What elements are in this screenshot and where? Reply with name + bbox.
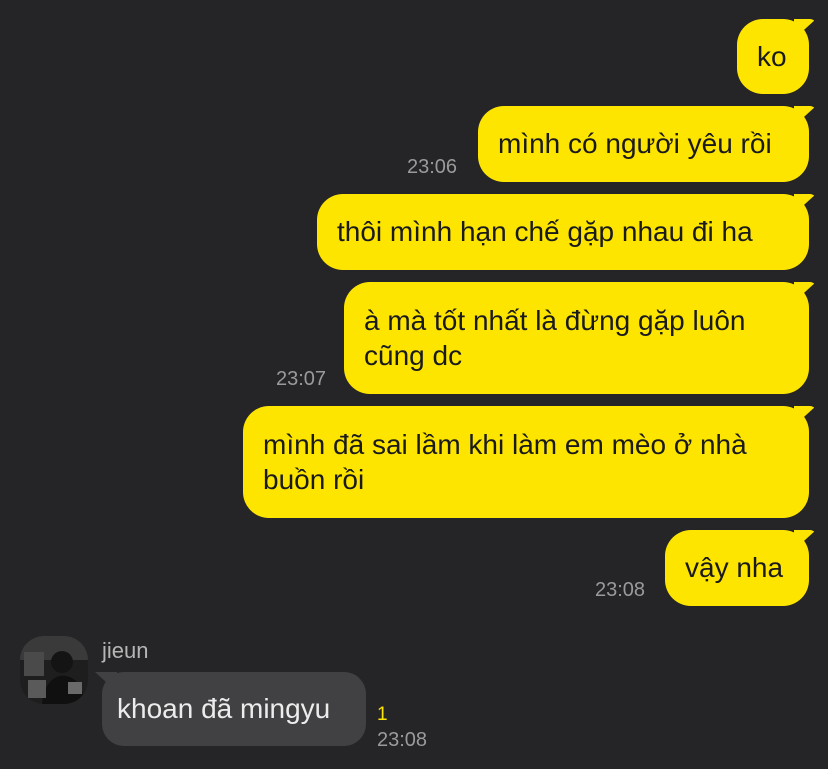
message-text-line-2: cũng dc (364, 340, 463, 371)
message-text-line-2: buồn rồi (263, 464, 365, 495)
outgoing-message-bubble[interactable]: mình đã sai lầm khi làm em mèo ở nhà buồ… (243, 406, 816, 518)
message-timestamp: 23:06 (407, 156, 458, 178)
outgoing-message-bubble[interactable]: vậy nha (665, 530, 816, 606)
message-text: khoan đã mingyu (117, 693, 331, 724)
sender-name[interactable]: jieun (102, 638, 148, 664)
message-text: mình có người yêu rồi (498, 128, 772, 159)
outgoing-message-bubble[interactable]: à mà tốt nhất là đừng gặp luôn cũng dc (344, 282, 816, 394)
message-text: ko (757, 41, 787, 72)
message-text-line-1: à mà tốt nhất là đừng gặp luôn (364, 305, 746, 336)
outgoing-message-bubble[interactable]: mình có người yêu rồi (478, 106, 816, 182)
message-text: thôi mình hạn chế gặp nhau đi ha (337, 216, 753, 247)
message-timestamp: 23:08 (377, 729, 428, 751)
outgoing-message-bubble[interactable]: thôi mình hạn chế gặp nhau đi ha (317, 194, 816, 270)
message-timestamp: 23:07 (276, 368, 327, 390)
incoming-message-bubble[interactable]: khoan đã mingyu (95, 672, 366, 746)
chat-thread: ko 23:06 mình có người yêu rồi thôi mình… (0, 0, 828, 769)
message-timestamp: 23:08 (595, 579, 646, 601)
profile-photo-avatar-icon (20, 636, 88, 704)
message-text: vậy nha (685, 552, 784, 583)
unread-count-badge: 1 (377, 704, 388, 725)
sender-avatar[interactable] (20, 636, 88, 704)
message-text-line-1: mình đã sai lầm khi làm em mèo ở nhà (263, 429, 747, 460)
outgoing-message-bubble[interactable]: ko (737, 19, 816, 94)
